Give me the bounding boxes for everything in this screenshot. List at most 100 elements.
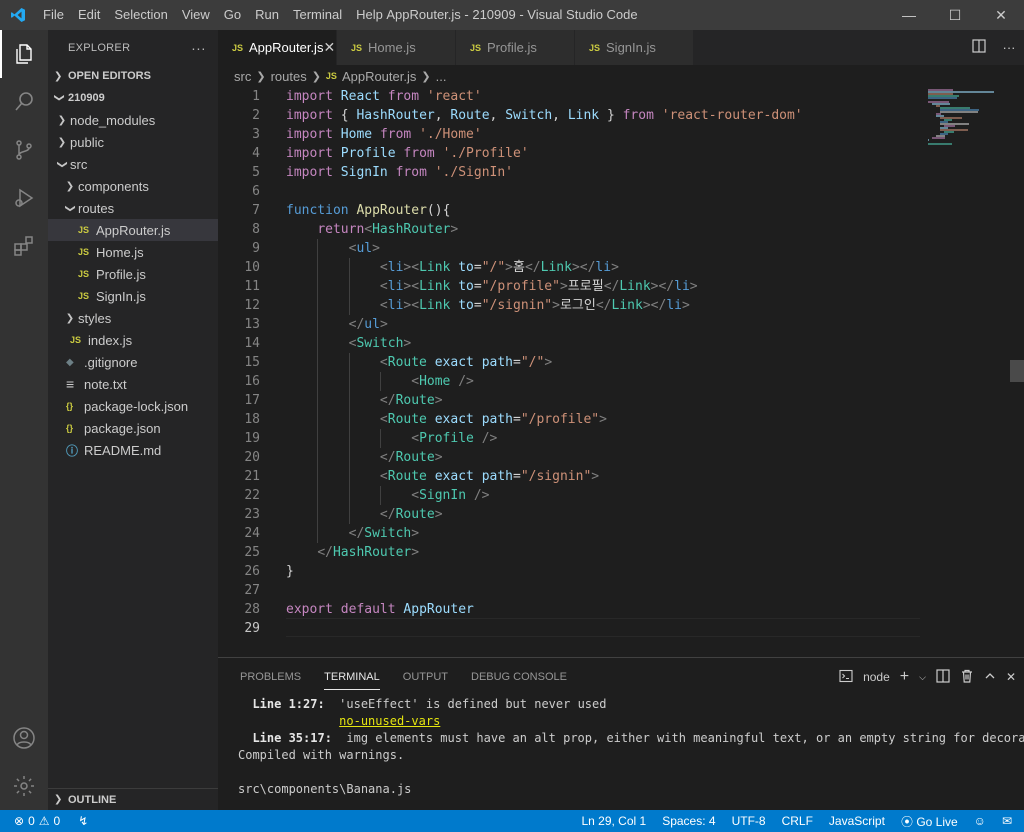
settings-gear-icon[interactable] <box>0 762 48 810</box>
line-number: 19 <box>244 431 260 446</box>
code-line: 7 function AppRouter(){ <box>218 201 920 220</box>
error-icon[interactable]: ⊗ <box>14 814 24 828</box>
minimize-button[interactable]: — <box>886 0 932 30</box>
line-number: 25 <box>244 545 260 560</box>
error-count[interactable]: 0 <box>28 814 35 828</box>
tab-home[interactable]: JS Home.js <box>337 30 456 65</box>
tab-approuter[interactable]: JS AppRouter.js ✕ <box>218 30 337 65</box>
tree-item[interactable]: ❯ node_modules <box>48 109 218 131</box>
tree-item[interactable]: ⓘ README.md <box>48 439 218 461</box>
tab-profile[interactable]: JS Profile.js <box>456 30 575 65</box>
tab-problems[interactable]: PROBLEMS <box>240 658 301 696</box>
terminal-output[interactable]: Line 1:27: 'useEffect' is defined but ne… <box>218 696 1024 798</box>
search-icon[interactable] <box>0 78 48 126</box>
go-live-button[interactable]: ⦿ Go Live <box>901 813 958 830</box>
chevron-right-icon: ❯ <box>54 70 63 82</box>
close-icon[interactable]: ✕ <box>323 39 335 56</box>
tree-item[interactable]: JS SignIn.js <box>48 285 218 307</box>
code-text: <Profile /> <box>411 431 498 446</box>
close-panel-icon[interactable]: ✕ <box>1006 670 1016 684</box>
maximize-button[interactable]: ☐ <box>932 0 978 30</box>
tree-item[interactable]: ❯ components <box>48 175 218 197</box>
extensions-icon[interactable] <box>0 222 48 270</box>
cursor-position[interactable]: Ln 29, Col 1 <box>581 814 646 828</box>
tree-item[interactable]: {} package-lock.json <box>48 395 218 417</box>
line-number: 27 <box>244 583 260 598</box>
warning-count[interactable]: 0 <box>54 814 61 828</box>
menu-edit[interactable]: Edit <box>71 0 107 30</box>
trash-icon[interactable] <box>960 669 974 686</box>
close-window-button[interactable]: ✕ <box>978 0 1024 30</box>
new-terminal-plus-icon[interactable]: + <box>900 668 909 686</box>
tree-item[interactable]: JS index.js <box>48 329 218 351</box>
line-ending[interactable]: CRLF <box>782 814 813 828</box>
explorer-icon[interactable] <box>0 30 48 78</box>
menu-view[interactable]: View <box>175 0 217 30</box>
more-actions-icon[interactable]: ··· <box>191 40 206 56</box>
tree-item[interactable]: {} package.json <box>48 417 218 439</box>
split-editor-icon[interactable] <box>964 39 994 56</box>
source-control-icon[interactable] <box>0 126 48 174</box>
open-editors-section[interactable]: ❯ OPEN EDITORS <box>48 65 218 87</box>
indent-guide <box>348 410 350 429</box>
more-actions-icon[interactable]: ··· <box>994 40 1024 55</box>
code-line: 17 </Route> <box>218 391 920 410</box>
scrollbar-thumb[interactable] <box>1010 360 1024 382</box>
tree-item[interactable]: ❯ public <box>48 131 218 153</box>
terminal-icon <box>839 669 853 686</box>
chevron-down-icon[interactable]: ⌵ <box>919 672 926 683</box>
breadcrumb-routes[interactable]: routes <box>271 69 307 84</box>
js-file-icon: JS <box>78 225 90 235</box>
indentation[interactable]: Spaces: 4 <box>662 814 715 828</box>
feedback-icon[interactable]: ☺ <box>974 814 986 828</box>
code-text: import Home from './Home' <box>286 127 482 142</box>
project-section[interactable]: ❯ 210909 <box>48 87 218 109</box>
indent-guide <box>317 467 319 486</box>
menu-run[interactable]: Run <box>248 0 286 30</box>
line-number: 29 <box>244 621 260 636</box>
minimap[interactable] <box>920 87 1024 657</box>
breadcrumb-file[interactable]: AppRouter.js <box>342 69 416 84</box>
tab-output[interactable]: OUTPUT <box>403 658 448 696</box>
code-line: 11 <li><Link to="/profile">프로필</Link></l… <box>218 277 920 296</box>
tab-debug-console[interactable]: DEBUG CONSOLE <box>471 658 567 696</box>
tab-terminal[interactable]: TERMINAL <box>324 658 380 696</box>
breadcrumb-symbol[interactable]: ... <box>436 69 447 84</box>
language-mode[interactable]: JavaScript <box>829 814 885 828</box>
split-terminal-icon[interactable] <box>936 668 950 686</box>
tree-item[interactable]: JS Profile.js <box>48 263 218 285</box>
tree-item[interactable]: ❯ styles <box>48 307 218 329</box>
lightning-icon[interactable]: ↯ <box>78 814 88 828</box>
tree-item[interactable]: JS Home.js <box>48 241 218 263</box>
run-debug-icon[interactable] <box>0 174 48 222</box>
broadcast-icon: ⦿ <box>900 814 913 829</box>
line-number: 18 <box>244 412 260 427</box>
menu-file[interactable]: File <box>36 0 71 30</box>
code-text: </Route> <box>379 393 443 408</box>
menu-selection[interactable]: Selection <box>107 0 174 30</box>
line-number: 22 <box>244 488 260 503</box>
code-line: 10 <li><Link to="/">홈</Link></li> <box>218 258 920 277</box>
chevron-up-icon[interactable] <box>984 670 996 685</box>
code-text: <Route exact path="/signin"> <box>379 469 600 484</box>
outline-section[interactable]: ❯ OUTLINE <box>48 788 218 810</box>
notifications-bell-icon[interactable]: ✉ <box>1002 814 1012 828</box>
indent-guide <box>348 258 350 277</box>
menu-go[interactable]: Go <box>217 0 248 30</box>
menu-help[interactable]: Help <box>349 0 390 30</box>
code-text: <SignIn /> <box>411 488 490 503</box>
account-icon[interactable] <box>0 714 48 762</box>
warning-icon[interactable]: ⚠ <box>39 814 50 828</box>
js-file-icon: JS <box>325 71 337 81</box>
tree-item[interactable]: JS AppRouter.js <box>48 219 218 241</box>
tree-item[interactable]: ❯ routes <box>48 197 218 219</box>
menu-terminal[interactable]: Terminal <box>286 0 349 30</box>
encoding[interactable]: UTF-8 <box>732 814 766 828</box>
tab-signin[interactable]: JS SignIn.js <box>575 30 694 65</box>
breadcrumb-src[interactable]: src <box>234 69 251 84</box>
tree-item[interactable]: ❯ src <box>48 153 218 175</box>
tree-item[interactable]: ≡ note.txt <box>48 373 218 395</box>
tree-item[interactable]: ◆ .gitignore <box>48 351 218 373</box>
terminal-selector[interactable]: node <box>863 670 890 684</box>
code-editor[interactable]: 1 import React from 'react' 2 import { Hash… <box>218 87 920 657</box>
